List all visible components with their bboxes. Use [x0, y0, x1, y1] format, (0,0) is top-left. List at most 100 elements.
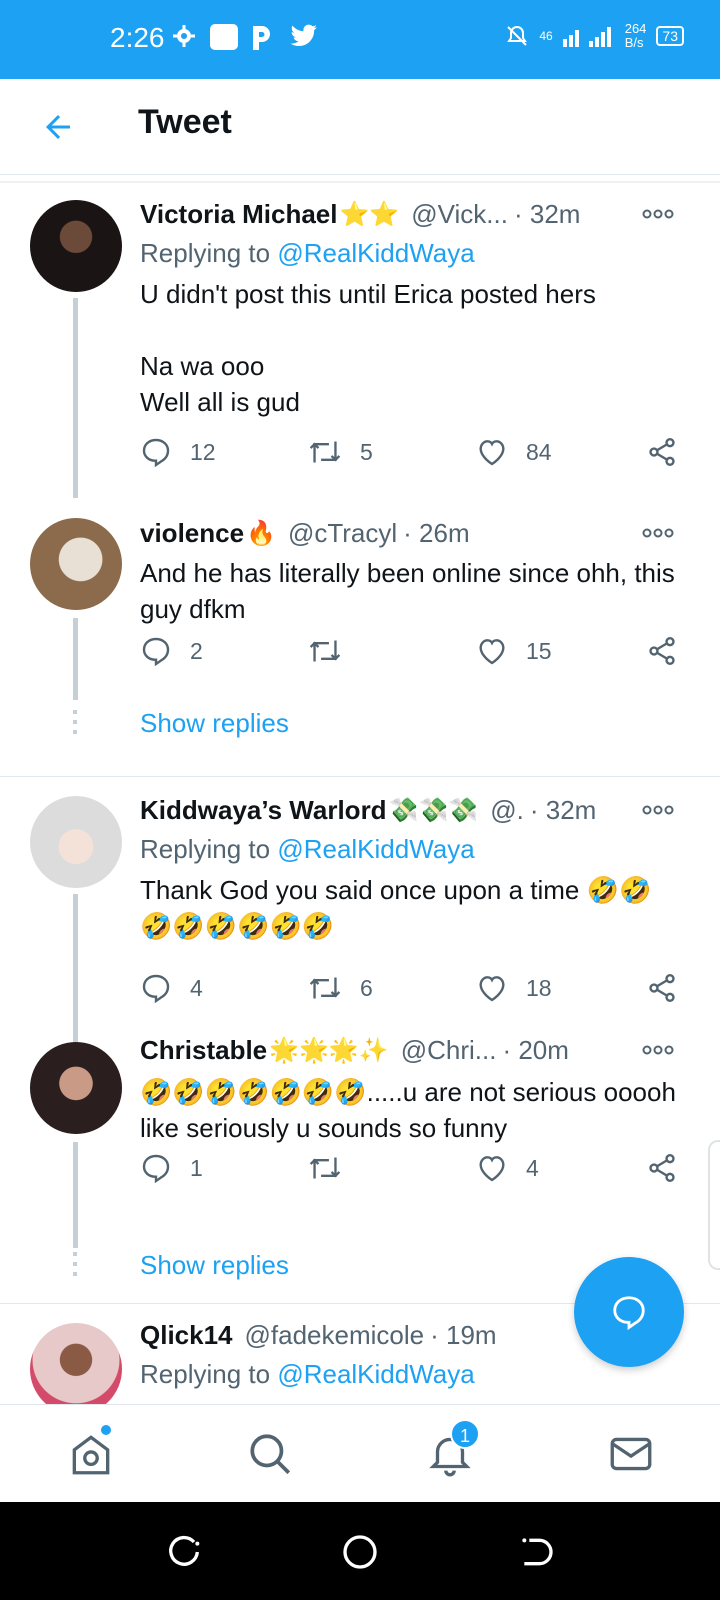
more-options-icon[interactable] — [642, 804, 674, 816]
user-name[interactable]: violence — [140, 518, 244, 549]
replying-label: Replying to — [140, 1359, 278, 1389]
header-divider — [0, 181, 720, 183]
name-emoji: ⭐⭐ — [339, 200, 400, 228]
reply-count: 2 — [190, 637, 203, 664]
tweet-card[interactable]: Christable 🌟🌟🌟✨ @Chri... · 20m 🤣🤣🤣🤣🤣🤣🤣..… — [0, 1018, 720, 1300]
user-handle: @Chri... — [400, 1034, 497, 1065]
avatar[interactable] — [30, 518, 122, 610]
share-icon[interactable] — [646, 436, 678, 468]
reply-icon — [142, 974, 170, 1004]
tweet-time: · 26m — [403, 517, 470, 548]
conversation-divider — [0, 776, 720, 777]
tweet-card[interactable]: violence 🔥 @cTracyl · 26m And he has lit… — [0, 500, 720, 775]
more-options-icon[interactable] — [642, 527, 674, 539]
user-name[interactable]: Christable — [140, 1035, 267, 1066]
app-notification-icon — [210, 24, 238, 50]
messages-envelope-icon[interactable] — [606, 1429, 656, 1479]
reply-button[interactable]: 4 — [140, 972, 203, 1004]
retweet-button[interactable]: 6 — [308, 972, 373, 1004]
name-emoji: 🌟🌟🌟✨ — [269, 1036, 389, 1064]
mention-link[interactable]: @RealKiddWaya — [277, 1359, 474, 1389]
recents-icon[interactable] — [164, 1532, 204, 1572]
share-icon[interactable] — [646, 635, 678, 667]
settings-icon — [173, 25, 195, 47]
thread-dots — [73, 1252, 77, 1282]
system-navigation-bar — [0, 1502, 720, 1600]
reply-button[interactable]: 12 — [140, 436, 216, 468]
tweet-card[interactable]: Kiddwaya’s Warlord 💸💸💸 @. · 32m Replying… — [0, 778, 720, 1044]
user-handle: @. — [490, 794, 524, 825]
mention-link[interactable]: @RealKiddWaya — [277, 834, 474, 864]
reply-button[interactable]: 2 — [140, 635, 203, 667]
back-icon[interactable] — [516, 1532, 556, 1572]
search-icon[interactable] — [245, 1429, 295, 1479]
show-replies-link[interactable]: Show replies — [140, 708, 289, 739]
retweet-count: 5 — [360, 438, 373, 465]
tweet-time: · 32m — [529, 794, 597, 825]
reply-count: 1 — [190, 1154, 203, 1181]
like-count: 18 — [526, 974, 552, 1001]
reply-button[interactable]: 1 — [140, 1152, 203, 1184]
home-icon[interactable] — [66, 1429, 116, 1479]
share-icon[interactable] — [646, 1152, 678, 1184]
thread-line — [73, 618, 78, 700]
thread-dots — [73, 710, 77, 740]
tweet-text: 🤣🤣🤣🤣🤣🤣🤣.....u are not serious ooooh like… — [140, 1077, 684, 1143]
user-name[interactable]: Kiddwaya’s Warlord — [140, 795, 387, 826]
back-arrow-icon[interactable] — [40, 109, 76, 145]
show-replies-link[interactable]: Show replies — [140, 1250, 289, 1281]
more-options-icon[interactable] — [642, 208, 674, 220]
retweet-button[interactable]: 5 — [308, 436, 373, 468]
reply-bubble-icon — [613, 1296, 645, 1331]
avatar[interactable] — [30, 796, 122, 888]
tweet-actions: 2 15 — [140, 635, 690, 669]
home-unread-dot — [101, 1425, 111, 1435]
avatar[interactable] — [30, 1323, 122, 1404]
net-speed-value: 264 — [624, 21, 647, 36]
net-speed: 264 B/s — [625, 22, 647, 50]
thread-line — [73, 298, 78, 498]
replying-to: Replying to @RealKiddWaya — [140, 238, 475, 269]
tweet-meta: violence 🔥 @cTracyl · 26m — [140, 515, 680, 551]
network-type: 46 — [539, 29, 553, 43]
page-title: Tweet — [138, 103, 232, 141]
more-options-icon[interactable] — [642, 1044, 674, 1056]
like-button[interactable]: 84 — [476, 436, 552, 468]
user-name[interactable]: Qlick14 — [140, 1320, 233, 1351]
retweet-icon — [309, 1157, 341, 1179]
replying-to: Replying to @RealKiddWaya — [140, 834, 475, 865]
tweet-time: · 20m — [502, 1034, 569, 1065]
twitter-status-icon — [290, 24, 317, 47]
user-handle: @cTracyl — [287, 517, 398, 548]
like-count: 84 — [526, 438, 552, 465]
reply-icon — [142, 637, 170, 667]
like-button[interactable]: 15 — [476, 635, 552, 667]
retweet-icon — [309, 640, 341, 662]
home-circle-icon[interactable] — [340, 1532, 380, 1572]
app-header: Tweet — [0, 79, 720, 175]
notifications-badge: 1 — [450, 1419, 480, 1449]
like-button[interactable]: 4 — [476, 1152, 539, 1184]
retweet-button[interactable] — [308, 1152, 360, 1184]
battery-icon: 73 — [656, 26, 684, 46]
heart-icon — [479, 1156, 505, 1182]
tweet-card[interactable]: Victoria Michael ⭐⭐ @Vick... · 32m Reply… — [0, 190, 720, 500]
edge-panel-handle[interactable] — [708, 1140, 720, 1270]
status-bar: 2:26 46 264 B/s 73 — [0, 0, 720, 79]
reply-count: 12 — [190, 438, 216, 465]
mention-link[interactable]: @RealKiddWaya — [277, 238, 474, 268]
retweet-button[interactable] — [308, 635, 360, 667]
name-emoji: 🔥 — [246, 519, 276, 547]
like-button[interactable]: 18 — [476, 972, 552, 1004]
tweet-text: U didn't post this until Erica posted he… — [140, 279, 596, 417]
tweet-actions: 4 6 18 — [140, 972, 690, 1006]
compose-reply-button[interactable] — [574, 1257, 684, 1367]
status-time: 2:26 — [110, 22, 165, 53]
user-handle: @fadekemicole — [244, 1319, 425, 1350]
reply-icon — [142, 1154, 170, 1184]
avatar[interactable] — [30, 1042, 122, 1134]
tweet-text: And he has literally been online since o… — [140, 558, 683, 624]
avatar[interactable] — [30, 200, 122, 292]
share-icon[interactable] — [646, 972, 678, 1004]
user-name[interactable]: Victoria Michael — [140, 199, 338, 230]
